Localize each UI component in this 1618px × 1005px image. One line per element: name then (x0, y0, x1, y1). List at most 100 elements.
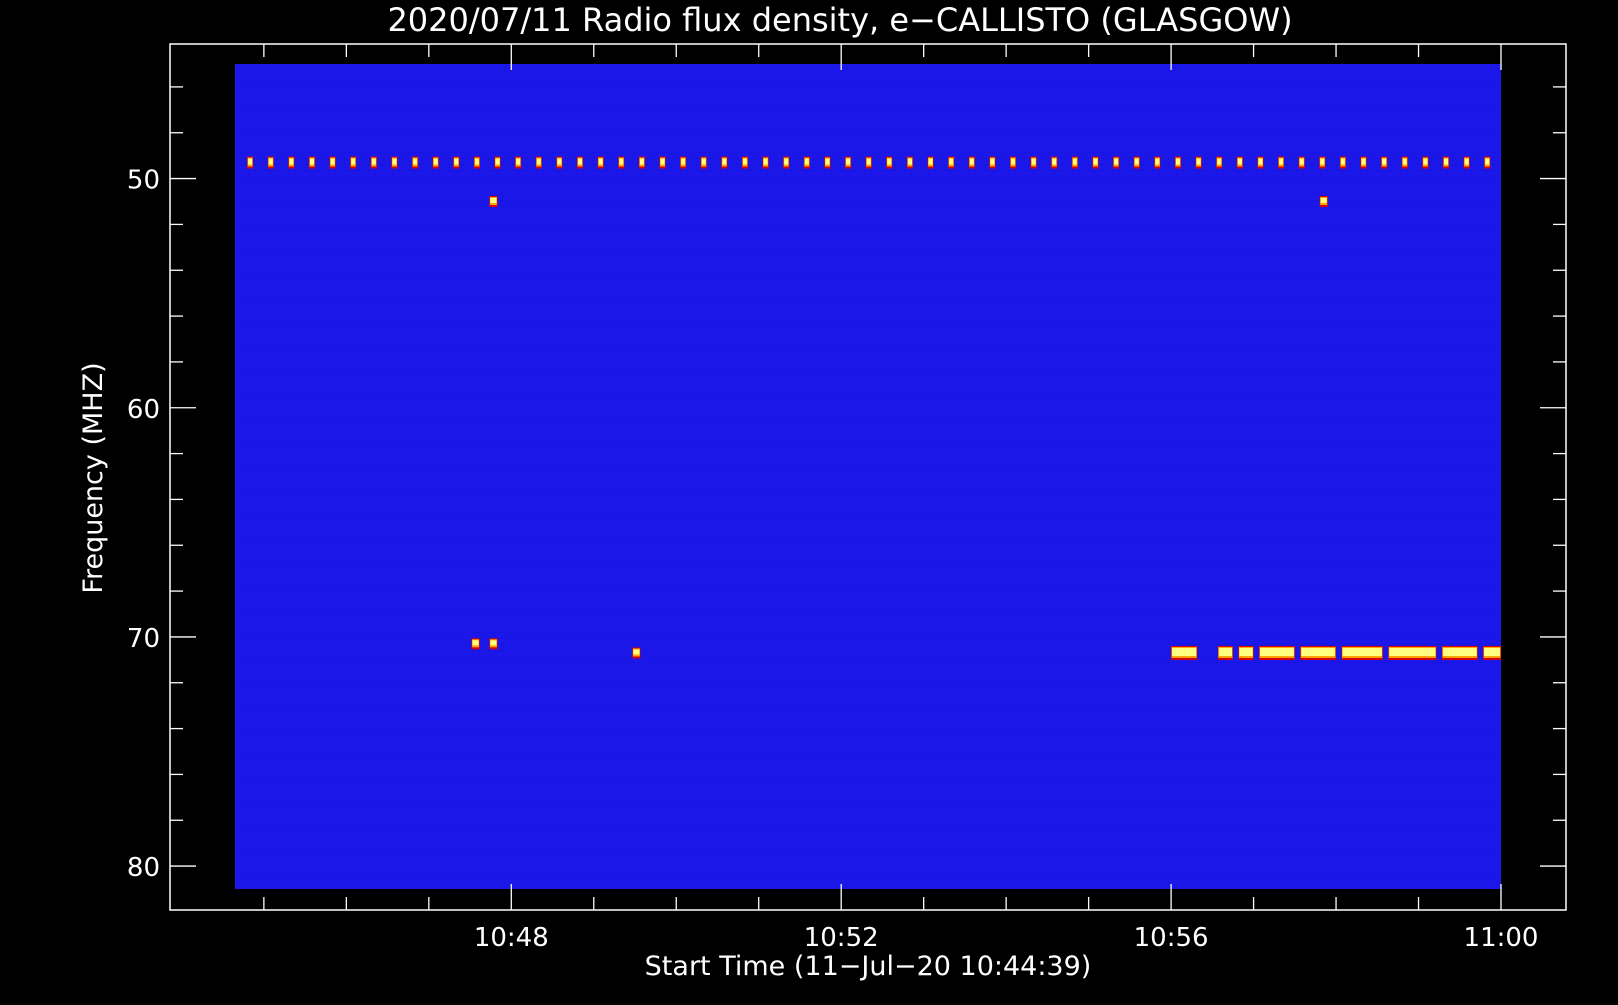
y-axis-label: Frequency (MHZ) (78, 362, 109, 593)
periodic-spot-core (1175, 158, 1180, 165)
periodic-spot (700, 156, 707, 169)
burst-segment (1238, 645, 1254, 660)
y-tick-label: 70 (127, 624, 160, 654)
periodic-spot-core (1134, 158, 1139, 165)
periodic-spot (1113, 156, 1120, 169)
periodic-spot (1463, 156, 1470, 169)
periodic-spot-core (1217, 158, 1222, 165)
periodic-spot (391, 156, 398, 169)
periodic-spot (1174, 156, 1181, 169)
periodic-spot (1443, 156, 1450, 169)
isolated-spot-core (490, 198, 497, 203)
periodic-spot-core (619, 158, 624, 165)
periodic-spot-core (474, 158, 479, 165)
isolated-spot-core (490, 640, 497, 646)
periodic-spot-core (681, 158, 686, 165)
periodic-spot-core (866, 158, 871, 165)
burst-segment-core (1260, 647, 1294, 656)
periodic-spot-core (990, 158, 995, 165)
x-tick-label: 10:56 (1134, 923, 1209, 953)
periodic-spot-core (1072, 158, 1077, 165)
periodic-spot-core (1279, 158, 1284, 165)
periodic-spot-core (1485, 158, 1490, 165)
periodic-spot-core (701, 158, 706, 165)
periodic-spot (618, 156, 625, 169)
periodic-spot (1216, 156, 1223, 169)
periodic-spot-core (846, 158, 851, 165)
periodic-spot-core (598, 158, 603, 165)
periodic-spot-core (1031, 158, 1036, 165)
periodic-spot-core (1052, 158, 1057, 165)
x-tick-label: 10:52 (804, 923, 879, 953)
periodic-spot-core (309, 158, 314, 165)
periodic-spot (494, 156, 501, 169)
periodic-spot (1133, 156, 1140, 169)
periodic-spot (845, 156, 852, 169)
periodic-spot (824, 156, 831, 169)
isolated-spot (632, 647, 641, 659)
periodic-spot-core (516, 158, 521, 165)
chart-title: 2020/07/11 Radio flux density, e−CALLIST… (387, 1, 1292, 39)
burst-segment (1341, 645, 1383, 660)
periodic-spot (1071, 156, 1078, 169)
periodic-spot (906, 156, 913, 169)
burst-segment (1171, 645, 1198, 660)
periodic-spot (886, 156, 893, 169)
periodic-spot (473, 156, 480, 169)
periodic-spot (680, 156, 687, 169)
periodic-spot-core (1155, 158, 1160, 165)
periodic-spot (350, 156, 357, 169)
periodic-spot-core (639, 158, 644, 165)
periodic-spot (597, 156, 604, 169)
periodic-spot (1092, 156, 1099, 169)
periodic-spot-core (1382, 158, 1387, 165)
periodic-spot (1339, 156, 1346, 169)
periodic-spot (1298, 156, 1305, 169)
x-tick-label: 10:48 (474, 923, 549, 953)
periodic-spot-core (330, 158, 335, 165)
periodic-spot (432, 156, 439, 169)
periodic-spot (1030, 156, 1037, 169)
periodic-spot (308, 156, 315, 169)
periodic-spot-core (371, 158, 376, 165)
periodic-spot (865, 156, 872, 169)
periodic-spot (1319, 156, 1326, 169)
periodic-spot (1401, 156, 1408, 169)
isolated-spot (489, 638, 498, 650)
periodic-spot-core (784, 158, 789, 165)
periodic-spot (577, 156, 584, 169)
periodic-spot (267, 156, 274, 169)
periodic-spot (329, 156, 336, 169)
burst-segment (1483, 645, 1501, 660)
isolated-spot-core (1320, 198, 1327, 203)
periodic-spot-core (392, 158, 397, 165)
burst-segment (1259, 645, 1295, 660)
periodic-spot-core (413, 158, 418, 165)
isolated-spot (471, 638, 480, 650)
periodic-spot (927, 156, 934, 169)
periodic-spot (1236, 156, 1243, 169)
periodic-spot-core (969, 158, 974, 165)
periodic-spot-core (1423, 158, 1428, 165)
periodic-spot-core (1011, 158, 1016, 165)
periodic-spot (721, 156, 728, 169)
periodic-spot-core (887, 158, 892, 165)
periodic-spot-core (660, 158, 665, 165)
periodic-spot (453, 156, 460, 169)
periodic-spot (247, 156, 254, 169)
periodic-spot-core (1196, 158, 1201, 165)
periodic-spot (989, 156, 996, 169)
periodic-spot (1278, 156, 1285, 169)
periodic-spot (1195, 156, 1202, 169)
periodic-spot-core (1299, 158, 1304, 165)
x-axis-label: Start Time (11−Jul−20 10:44:39) (645, 951, 1092, 982)
chart-canvas: 50 60 70 80 10:48 10:52 10:56 11:00 2020/07/11 … (78, 1, 1567, 982)
isolated-spot (489, 196, 498, 207)
burst-segment (1300, 645, 1337, 660)
spectrogram-chart: 50 60 70 80 10:48 10:52 10:56 11:00 2020/07/11 … (0, 0, 1618, 1000)
periodic-spot-core (1258, 158, 1263, 165)
burst-segment-core (1301, 647, 1336, 656)
periodic-spot (412, 156, 419, 169)
periodic-spot-core (928, 158, 933, 165)
periodic-spot-core (536, 158, 541, 165)
